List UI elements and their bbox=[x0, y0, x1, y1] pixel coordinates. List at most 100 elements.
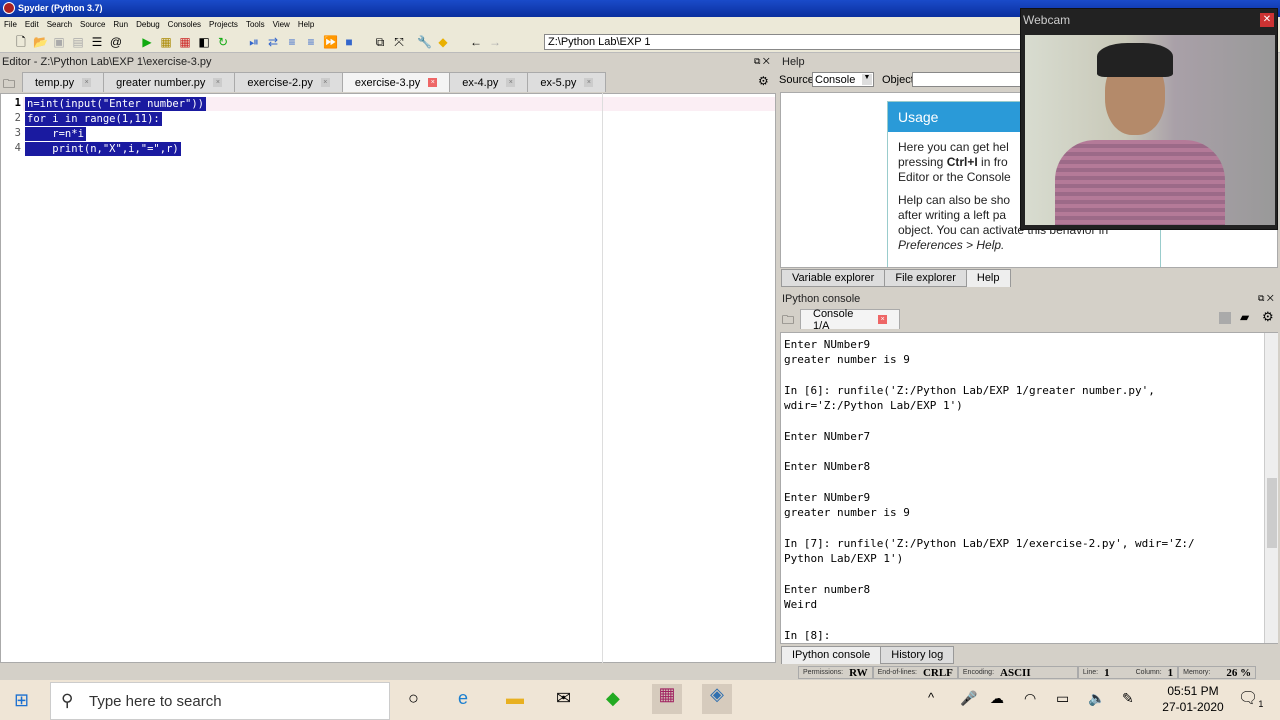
volume-icon[interactable]: 🔈 bbox=[1088, 690, 1105, 707]
tab-exercise-2[interactable]: exercise-2.py × bbox=[234, 72, 343, 92]
menu-edit[interactable]: Edit bbox=[25, 20, 39, 29]
menu-file[interactable]: File bbox=[4, 20, 17, 29]
gear-icon[interactable]: ⚙ bbox=[1262, 309, 1274, 325]
chevron-up-icon[interactable]: ^ bbox=[928, 690, 934, 705]
spyder-taskbar-icon[interactable]: ◈ bbox=[702, 684, 732, 714]
open-file-icon[interactable]: 📂 bbox=[33, 35, 48, 49]
line-number: 1 bbox=[14, 97, 21, 109]
windows-start-icon[interactable]: ⊞ bbox=[14, 690, 29, 711]
maximize-pane-icon[interactable]: ⧉ bbox=[373, 35, 387, 49]
line-number: 3 bbox=[14, 127, 21, 139]
run-icon[interactable]: ▶ bbox=[140, 35, 154, 49]
tab-history-log[interactable]: History log bbox=[880, 646, 955, 664]
menu-run[interactable]: Run bbox=[113, 20, 128, 29]
microphone-icon[interactable]: 🎤 bbox=[960, 690, 977, 707]
run-selection-icon[interactable]: ◧ bbox=[197, 35, 211, 49]
run-cell-advance-icon[interactable]: ▦ bbox=[178, 35, 192, 49]
battery-icon[interactable]: ▭ bbox=[1056, 690, 1069, 707]
notification-icon[interactable]: 🗨1 bbox=[1238, 688, 1263, 709]
time: 05:51 PM bbox=[1167, 684, 1219, 698]
folder-icon[interactable]: 🗀 bbox=[782, 311, 794, 332]
menu-help[interactable]: Help bbox=[298, 20, 314, 29]
tab-help[interactable]: Help bbox=[965, 269, 1011, 287]
search-icon: ⚲ bbox=[61, 691, 74, 710]
gear-icon[interactable]: ⚙ bbox=[758, 74, 769, 88]
close-icon[interactable]: × bbox=[213, 78, 223, 87]
console-pane-controls[interactable]: ⧉ ✕ bbox=[1258, 293, 1274, 304]
menu-consoles[interactable]: Consoles bbox=[168, 20, 201, 29]
tab-ipython-console[interactable]: IPython console bbox=[781, 646, 882, 664]
step-into-icon[interactable]: ≡ bbox=[285, 35, 299, 49]
new-file-icon[interactable]: 🗋 bbox=[14, 35, 28, 49]
close-icon[interactable]: × bbox=[82, 78, 92, 87]
tab-console-1a[interactable]: Console 1/A × bbox=[800, 308, 900, 332]
tab-variable-explorer[interactable]: Variable explorer bbox=[781, 269, 886, 287]
file-explorer-icon[interactable]: ▬ bbox=[506, 688, 524, 709]
tab-ex-4[interactable]: ex-4.py × bbox=[449, 72, 529, 92]
close-icon[interactable]: × bbox=[320, 78, 330, 87]
console-scrollbar[interactable] bbox=[1264, 333, 1278, 643]
tab-exercise-3[interactable]: exercise-3.py × bbox=[341, 72, 451, 92]
eraser-icon[interactable]: ▰ bbox=[1240, 310, 1249, 324]
menu-source[interactable]: Source bbox=[80, 20, 105, 29]
code-line[interactable]: print(n,"X",i,"=",r) bbox=[25, 142, 181, 156]
menu-debug[interactable]: Debug bbox=[136, 20, 160, 29]
console-output[interactable]: Enter NUmber9 greater number is 9 In [6]… bbox=[780, 332, 1278, 644]
save-all-icon[interactable]: ▤ bbox=[71, 35, 85, 49]
preferences-wrench-icon[interactable]: 🔧 bbox=[417, 35, 432, 49]
menu-view[interactable]: View bbox=[273, 20, 290, 29]
close-icon[interactable]: × bbox=[428, 78, 438, 87]
step-icon[interactable]: ⇄ bbox=[266, 35, 280, 49]
close-icon[interactable]: ✕ bbox=[1260, 13, 1274, 27]
cloud-icon[interactable]: ☁ bbox=[990, 690, 1004, 707]
tab-label: exercise-3.py bbox=[354, 76, 421, 89]
working-directory-input[interactable]: Z:\Python Lab\EXP 1 bbox=[544, 34, 1024, 50]
tab-greater-number[interactable]: greater number.py × bbox=[103, 72, 236, 92]
source-select[interactable]: Console ▼ bbox=[812, 72, 874, 87]
step-return-icon[interactable]: ≡ bbox=[304, 35, 318, 49]
task-view-icon[interactable]: ○ bbox=[408, 688, 419, 709]
stop-debug-icon[interactable]: ■ bbox=[342, 35, 356, 49]
editor-pane-controls[interactable]: ⧉ ✕ bbox=[754, 56, 770, 67]
tab-label: greater number.py bbox=[116, 76, 206, 89]
tab-temp[interactable]: temp.py × bbox=[22, 72, 105, 92]
forward-arrow-icon[interactable]: → bbox=[488, 35, 502, 49]
editor-tabs: temp.py × greater number.py × exercise-2.p… bbox=[0, 72, 776, 92]
taskbar-search-box[interactable]: ⚲ Type here to search bbox=[50, 682, 390, 720]
menu-search[interactable]: Search bbox=[47, 20, 72, 29]
close-icon[interactable]: × bbox=[506, 78, 516, 87]
edge-browser-icon[interactable]: e bbox=[458, 688, 468, 709]
menu-tools[interactable]: Tools bbox=[246, 20, 265, 29]
back-arrow-icon[interactable]: ← bbox=[469, 35, 483, 49]
tab-label: ex-5.py bbox=[540, 76, 577, 89]
run-cell-icon[interactable]: ▦ bbox=[159, 35, 173, 49]
save-icon[interactable]: ▣ bbox=[52, 35, 66, 49]
clock[interactable]: 05:51 PM 27-01-2020 bbox=[1158, 683, 1228, 715]
teams-icon[interactable]: ▦ bbox=[652, 684, 682, 714]
list-icon[interactable]: ☰ bbox=[90, 35, 104, 49]
code-editor[interactable]: 1 n=int(input("Enter number")) 2 for i in … bbox=[0, 93, 776, 663]
code-line[interactable]: r=n*i bbox=[25, 127, 86, 141]
rerun-icon[interactable]: ↻ bbox=[216, 35, 230, 49]
close-icon[interactable]: × bbox=[584, 78, 594, 87]
mail-icon[interactable]: ✉ bbox=[556, 688, 571, 709]
line-value: 1 bbox=[1104, 666, 1110, 679]
continue-icon[interactable]: ⏩ bbox=[323, 35, 338, 49]
close-icon[interactable]: × bbox=[878, 315, 887, 324]
stop-icon[interactable] bbox=[1219, 312, 1231, 324]
debug-icon[interactable]: ⏯ bbox=[247, 35, 261, 49]
pen-icon[interactable]: ✎ bbox=[1122, 690, 1134, 707]
menu-projects[interactable]: Projects bbox=[209, 20, 238, 29]
app-icon[interactable]: ◆ bbox=[606, 688, 620, 709]
fullscreen-icon[interactable]: ⤧ bbox=[392, 35, 406, 49]
object-input[interactable] bbox=[912, 72, 1022, 87]
at-icon[interactable]: @ bbox=[109, 35, 123, 49]
webcam-overlay: Webcam ✕ bbox=[1020, 8, 1278, 230]
code-line[interactable]: for i in range(1,11): bbox=[25, 112, 162, 126]
python-path-icon[interactable]: ◆ bbox=[436, 35, 450, 49]
right-pane-tabs: Variable explorer File explorer Help bbox=[781, 269, 1011, 287]
wifi-icon[interactable]: ◠ bbox=[1024, 690, 1036, 707]
tab-file-explorer[interactable]: File explorer bbox=[884, 269, 967, 287]
code-line[interactable]: n=int(input("Enter number")) bbox=[25, 97, 207, 111]
tab-ex-5[interactable]: ex-5.py × bbox=[527, 72, 607, 92]
